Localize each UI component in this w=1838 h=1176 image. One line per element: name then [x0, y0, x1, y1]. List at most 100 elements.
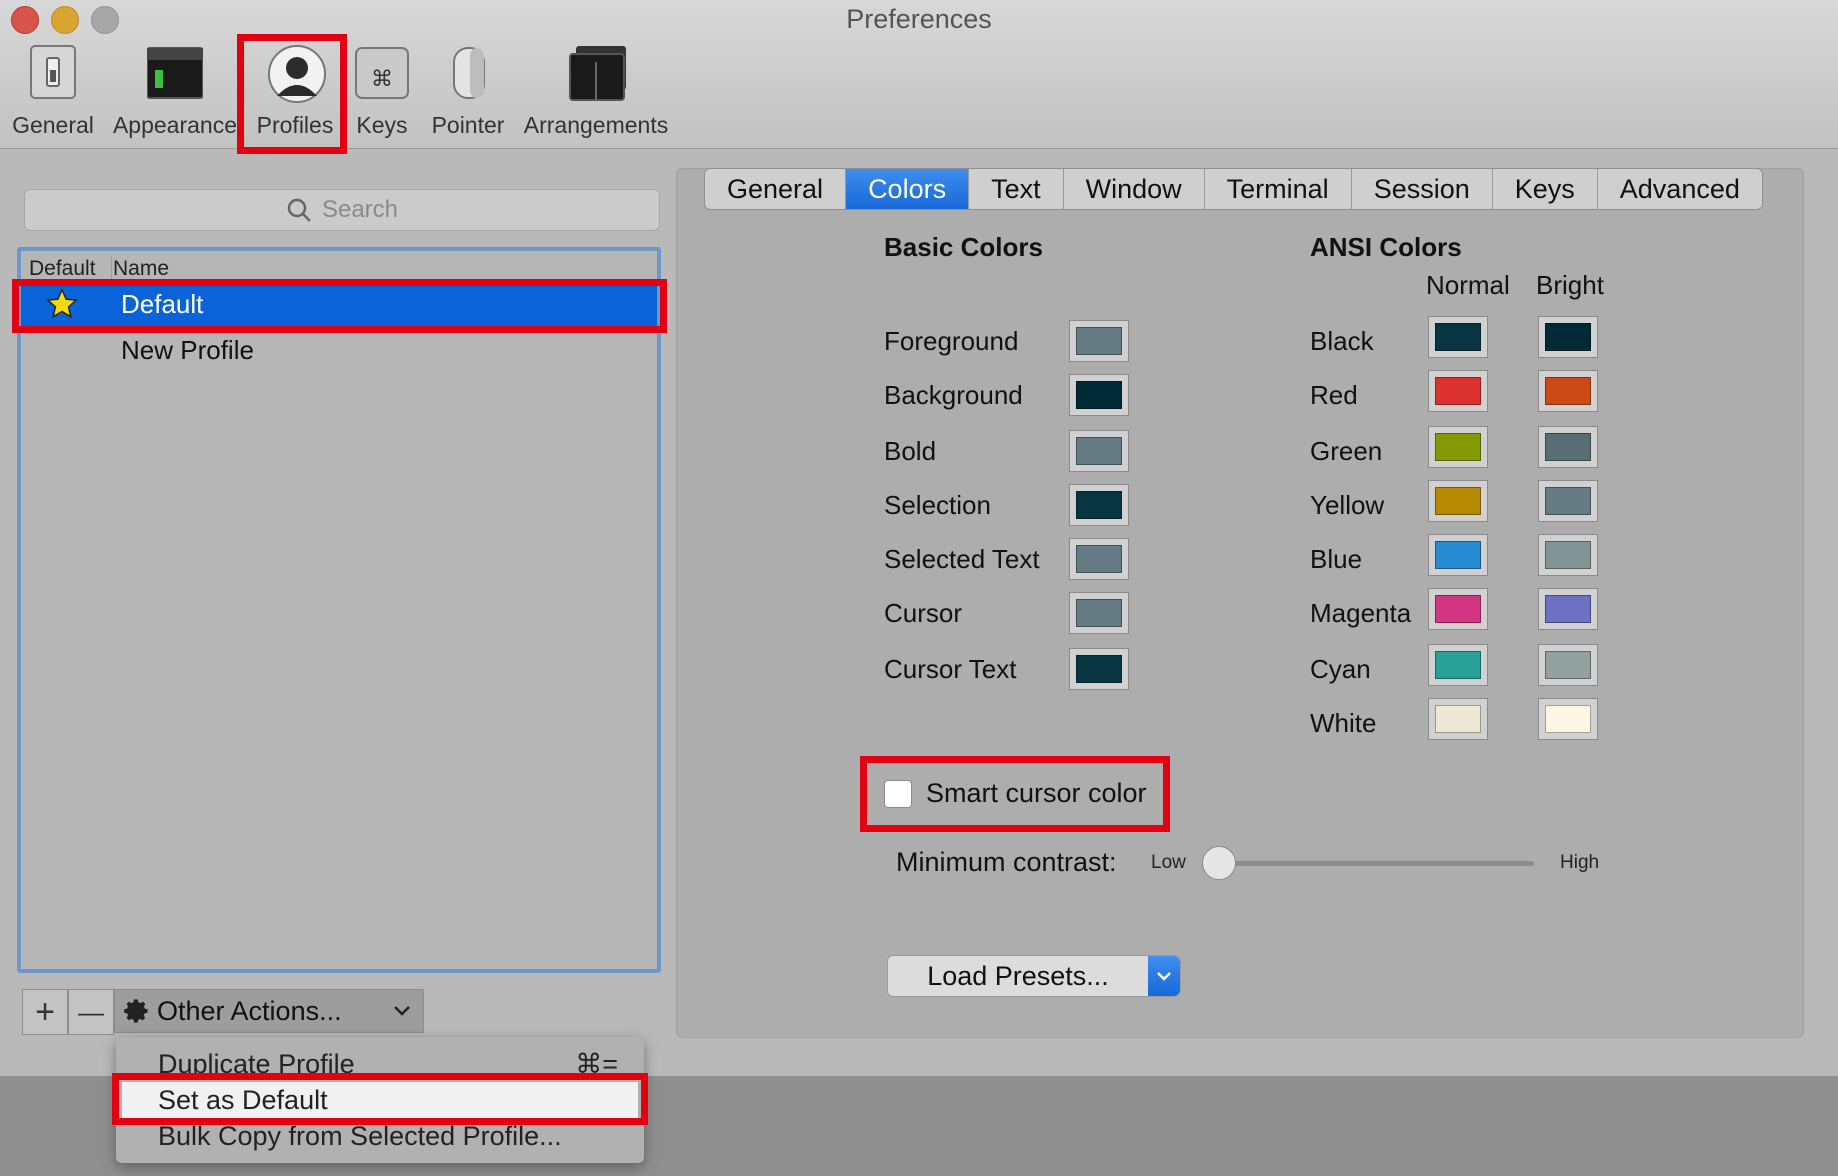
ansi-normal-swatch[interactable]	[1428, 588, 1488, 630]
basic-color-label: Cursor Text	[884, 654, 1017, 684]
toolbar-keys[interactable]: ⌘ Keys	[350, 44, 414, 140]
profile-list-actions: + — Other Actions...	[22, 989, 424, 1035]
tab-terminal[interactable]: Terminal	[1205, 169, 1352, 209]
tab-advanced[interactable]: Advanced	[1598, 169, 1762, 209]
bright-column-header: Bright	[1536, 270, 1604, 300]
swatch-fill	[1545, 595, 1591, 623]
basic-color-swatch[interactable]	[1069, 320, 1129, 362]
menu-item-bulk-copy[interactable]: Bulk Copy from Selected Profile...	[158, 1121, 562, 1152]
swatch-fill	[1435, 377, 1481, 405]
basic-color-swatch[interactable]	[1069, 648, 1129, 690]
basic-color-swatch[interactable]	[1069, 430, 1129, 472]
remove-profile-button[interactable]: —	[68, 989, 114, 1035]
ansi-normal-swatch[interactable]	[1428, 480, 1488, 522]
basic-color-label: Selected Text	[884, 544, 1040, 574]
command-key-icon: ⌘	[354, 44, 410, 102]
contrast-high-label: High	[1560, 852, 1600, 873]
contrast-slider-knob[interactable]	[1202, 846, 1236, 880]
ansi-bright-swatch[interactable]	[1538, 370, 1598, 412]
ansi-normal-swatch[interactable]	[1428, 534, 1488, 576]
ansi-colors-title: ANSI Colors	[1310, 232, 1462, 262]
basic-color-swatch[interactable]	[1069, 484, 1129, 526]
tab-colors[interactable]: Colors	[846, 169, 970, 209]
swatch-fill	[1435, 323, 1481, 351]
basic-color-label: Background	[884, 380, 1023, 410]
gear-icon	[124, 999, 148, 1023]
basic-color-swatch[interactable]	[1069, 538, 1129, 580]
ansi-normal-swatch[interactable]	[1428, 698, 1488, 740]
load-presets-label: Load Presets...	[927, 960, 1109, 991]
basic-color-swatch[interactable]	[1069, 592, 1129, 634]
chevron-down-icon	[1148, 956, 1180, 996]
swatch-fill	[1076, 491, 1122, 519]
annotation-highlight-set-default	[112, 1073, 648, 1125]
annotation-highlight-default-row	[12, 279, 667, 333]
column-default[interactable]: Default	[29, 257, 96, 281]
ansi-bright-swatch[interactable]	[1538, 480, 1598, 522]
profile-list: Default Name Default New Profile	[17, 247, 661, 973]
column-separator	[111, 257, 112, 279]
basic-colors-title: Basic Colors	[884, 232, 1043, 262]
other-actions-label: Other Actions...	[157, 995, 342, 1026]
basic-color-label: Selection	[884, 490, 991, 520]
ansi-color-label: Blue	[1310, 544, 1363, 574]
tab-general[interactable]: General	[705, 169, 847, 209]
basic-color-label: Cursor	[884, 598, 963, 628]
ansi-bright-swatch[interactable]	[1538, 644, 1598, 686]
contrast-low-label: Low	[1151, 852, 1186, 873]
swatch-fill	[1545, 487, 1591, 515]
ansi-color-label: Red	[1310, 380, 1358, 410]
search-icon	[287, 198, 311, 222]
swatch-fill	[1076, 545, 1122, 573]
toolbar-appearance[interactable]: Appearance	[110, 44, 240, 140]
window-title: Preferences	[846, 4, 992, 34]
swatch-fill	[1076, 655, 1122, 683]
normal-column-header: Normal	[1426, 270, 1510, 300]
contrast-slider-track[interactable]	[1220, 861, 1534, 866]
swatch-fill	[1545, 377, 1591, 405]
swatch-fill	[1435, 651, 1481, 679]
basic-color-label: Bold	[884, 436, 937, 466]
ansi-bright-swatch[interactable]	[1538, 698, 1598, 740]
ansi-bright-swatch[interactable]	[1538, 316, 1598, 358]
ansi-bright-swatch[interactable]	[1538, 588, 1598, 630]
tab-session[interactable]: Session	[1352, 169, 1493, 209]
toolbar-general[interactable]: General	[10, 44, 96, 140]
tab-keys[interactable]: Keys	[1493, 169, 1598, 209]
mouse-icon	[440, 44, 496, 102]
other-actions-button[interactable]: Other Actions...	[114, 989, 424, 1033]
add-profile-button[interactable]: +	[22, 989, 68, 1035]
swatch-fill	[1545, 323, 1591, 351]
swatch-fill	[1435, 705, 1481, 733]
ansi-normal-swatch[interactable]	[1428, 644, 1488, 686]
profile-name: New Profile	[121, 335, 254, 365]
ansi-color-label: Magenta	[1310, 598, 1412, 628]
profile-search-input[interactable]: Search	[24, 189, 660, 231]
swatch-fill	[1076, 437, 1122, 465]
search-placeholder: Search	[321, 196, 399, 223]
tab-text[interactable]: Text	[969, 169, 1064, 209]
ansi-color-label: Cyan	[1310, 654, 1371, 684]
load-presets-button[interactable]: Load Presets...	[887, 955, 1181, 997]
column-name[interactable]: Name	[113, 257, 169, 281]
ansi-normal-swatch[interactable]	[1428, 426, 1488, 468]
toolbar-arrangements[interactable]: Arrangements	[522, 44, 670, 140]
ansi-bright-swatch[interactable]	[1538, 534, 1598, 576]
swatch-fill	[1435, 541, 1481, 569]
profile-row-new-profile[interactable]: New Profile	[21, 327, 657, 373]
swatch-fill	[1435, 487, 1481, 515]
ansi-normal-swatch[interactable]	[1428, 370, 1488, 412]
ansi-bright-swatch[interactable]	[1538, 426, 1598, 468]
annotation-highlight-profiles	[237, 34, 347, 154]
tab-window[interactable]: Window	[1064, 169, 1205, 209]
toolbar-pointer[interactable]: Pointer	[428, 44, 508, 140]
swatch-fill	[1076, 381, 1122, 409]
basic-color-swatch[interactable]	[1069, 374, 1129, 416]
switch-icon	[25, 44, 81, 102]
annotation-highlight-smart-cursor	[860, 756, 1170, 832]
ansi-normal-swatch[interactable]	[1428, 316, 1488, 358]
preferences-window: Preferences General Appearance Profiles …	[0, 0, 1838, 1076]
ansi-color-label: White	[1310, 708, 1377, 738]
chevron-down-icon	[394, 1006, 410, 1016]
swatch-fill	[1545, 541, 1591, 569]
